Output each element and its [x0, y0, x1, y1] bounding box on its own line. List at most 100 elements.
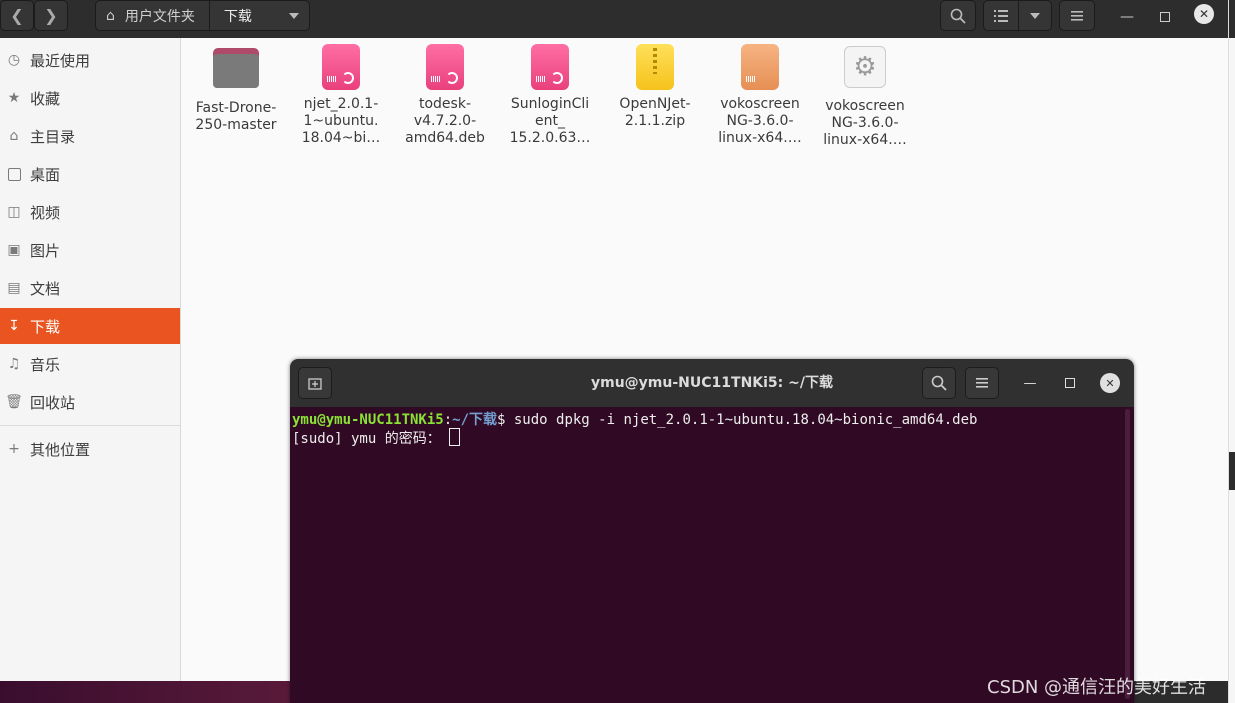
terminal-scrollbar[interactable] [1125, 409, 1130, 699]
background-window-edge [1228, 0, 1235, 703]
sidebar-item-desktop[interactable]: 桌面 [0, 156, 180, 192]
document-icon: ▤ [7, 280, 21, 296]
file-name-line: vokoscreen [825, 98, 905, 114]
file-name-line: linux-x64.… [718, 130, 802, 146]
file-item-todesk-deb[interactable]: todesk- v4.7.2.0- amd64.deb [395, 44, 495, 147]
sidebar-item-label: 其他位置 [30, 440, 91, 459]
trash-icon: 🗑 [5, 394, 23, 410]
sidebar-item-label: 音乐 [30, 355, 61, 374]
sidebar-item-documents[interactable]: ▤ 文档 [0, 270, 180, 306]
sidebar-item-other-locations[interactable]: + 其他位置 [0, 431, 180, 467]
file-item-fast-drone[interactable]: Fast-Drone- 250-master [186, 44, 286, 134]
sidebar-item-home[interactable]: ⌂ 主目录 [0, 118, 180, 154]
file-item-vokoscreen-archive[interactable]: vokoscreen NG-3.6.0- linux-x64.… [710, 44, 810, 147]
view-list-button[interactable] [983, 0, 1019, 31]
breadcrumb-home[interactable]: ⌂ 用户文件夹 [96, 1, 210, 30]
text-cursor [449, 428, 461, 446]
file-name-line: ent_ [535, 113, 565, 129]
breadcrumb: ⌂ 用户文件夹 下载 [95, 0, 310, 31]
command-text: sudo dpkg -i njet_2.0.1-1~ubuntu.18.04~b… [505, 412, 978, 428]
close-button[interactable]: ✕ [1194, 4, 1214, 24]
chevron-down-icon[interactable] [289, 12, 299, 19]
search-icon [931, 375, 947, 391]
file-name-line: v4.7.2.0- [413, 113, 477, 129]
minimize-button[interactable]: — [1116, 6, 1138, 28]
file-item-njet-deb[interactable]: njet_2.0.1- 1~ubuntu. 18.04~bi… [291, 44, 391, 147]
music-icon: ♫ [7, 356, 21, 372]
sidebar-item-pictures[interactable]: ▣ 图片 [0, 232, 180, 268]
sidebar-item-videos[interactable]: ◫ 视频 [0, 194, 180, 230]
file-manager-headerbar: ❮ ❯ ⌂ 用户文件夹 下载 — ✕ [0, 0, 1228, 38]
download-icon: ↧ [8, 318, 20, 334]
terminal-minimize-button[interactable]: — [1020, 373, 1040, 393]
sidebar-item-label: 视频 [30, 203, 61, 222]
file-name-line: linux-x64.… [823, 132, 907, 148]
desktop-icon [6, 166, 22, 182]
file-item-vokoscreen-executable[interactable]: ⚙ vokoscreen NG-3.6.0- linux-x64.… [815, 44, 915, 149]
sidebar-item-music[interactable]: ♫ 音乐 [0, 346, 180, 382]
plus-icon: + [8, 441, 20, 457]
zip-archive-icon [631, 44, 679, 92]
sidebar-item-label: 收藏 [30, 89, 61, 108]
view-options-button[interactable] [1018, 0, 1052, 31]
terminal-close-button[interactable]: ✕ [1100, 373, 1120, 393]
sidebar-item-label: 图片 [30, 241, 61, 260]
deb-package-icon [317, 44, 365, 92]
picture-icon: ▣ [7, 242, 21, 258]
sidebar-item-label: 最近使用 [30, 51, 91, 70]
search-button[interactable] [940, 0, 976, 31]
film-icon: ◫ [7, 204, 21, 220]
menu-button[interactable] [1059, 0, 1095, 31]
deb-package-icon [421, 44, 469, 92]
file-name-line: OpenNJet- [619, 96, 691, 112]
terminal-window: ymu@ymu-NUC11TNKi5: ~/下载 — ✕ ymu@ymu-NUC… [290, 359, 1134, 703]
file-name-line: njet_2.0.1- [303, 96, 379, 112]
sidebar-item-downloads[interactable]: ↧ 下载 [0, 308, 180, 344]
deb-package-icon [526, 44, 574, 92]
chevron-left-icon: ❮ [10, 6, 24, 25]
file-name-line: todesk- [418, 96, 471, 112]
sidebar-item-trash[interactable]: 🗑 回收站 [0, 384, 180, 420]
sidebar-item-label: 下载 [30, 317, 61, 336]
terminal-search-button[interactable] [922, 367, 956, 399]
file-name-line: vokoscreen [720, 96, 800, 112]
breadcrumb-current-label: 下载 [223, 8, 252, 25]
file-name-line: 1~ubuntu. [303, 113, 379, 129]
file-name-line: 2.1.1.zip [624, 113, 686, 129]
minimize-icon: — [1120, 9, 1134, 25]
chevron-right-icon: ❯ [44, 6, 58, 25]
terminal-output[interactable]: ymu@ymu-NUC11TNKi5:~/下载$ sudo dpkg -i nj… [290, 407, 1134, 703]
terminal-menu-button[interactable] [965, 367, 999, 399]
file-name-line: 15.2.0.63… [509, 130, 591, 146]
maximize-button[interactable] [1154, 6, 1176, 28]
terminal-line-password: [sudo] ymu 的密码： [292, 428, 461, 448]
terminal-title: ymu@ymu-NUC11TNKi5: ~/下载 [591, 375, 833, 391]
sidebar-divider [0, 425, 180, 426]
terminal-maximize-button[interactable] [1060, 373, 1080, 393]
forward-button[interactable]: ❯ [34, 0, 68, 31]
home-icon: ⌂ [106, 7, 115, 24]
prompt-user: ymu@ymu-NUC11TNKi5 [292, 412, 444, 428]
breadcrumb-home-label: 用户文件夹 [124, 8, 195, 25]
clock-icon: ◷ [7, 52, 21, 68]
minimize-icon: — [1023, 375, 1037, 391]
file-name-line: 18.04~bi… [301, 130, 381, 146]
file-name-line: SunloginCli [510, 96, 590, 112]
file-name-line: NG-3.6.0- [831, 115, 899, 131]
list-view-icon [994, 9, 1008, 22]
back-button[interactable]: ❮ [0, 0, 34, 31]
folder-icon [212, 48, 260, 96]
terminal-headerbar: ymu@ymu-NUC11TNKi5: ~/下载 — ✕ [290, 359, 1134, 407]
chevron-down-icon [1030, 12, 1040, 19]
breadcrumb-current[interactable]: 下载 [210, 1, 252, 30]
sidebar-item-label: 文档 [30, 279, 61, 298]
sidebar: ◷ 最近使用 ★ 收藏 ⌂ 主目录 桌面 ◫ 视频 ▣ 图片 ▤ 文档 ↧ 下载 ♫ 音乐 🗑 回… [0, 38, 181, 681]
file-name-line: 250-master [195, 117, 277, 133]
file-name-line: Fast-Drone- [195, 100, 277, 116]
tar-archive-icon [736, 44, 784, 92]
file-item-sunlogin-deb[interactable]: SunloginCli ent_ 15.2.0.63… [500, 44, 600, 147]
sidebar-item-starred[interactable]: ★ 收藏 [0, 80, 180, 116]
file-item-opennjet-zip[interactable]: OpenNJet- 2.1.1.zip [605, 44, 705, 130]
prompt-separator: : [443, 412, 453, 428]
sidebar-item-recent[interactable]: ◷ 最近使用 [0, 42, 180, 78]
